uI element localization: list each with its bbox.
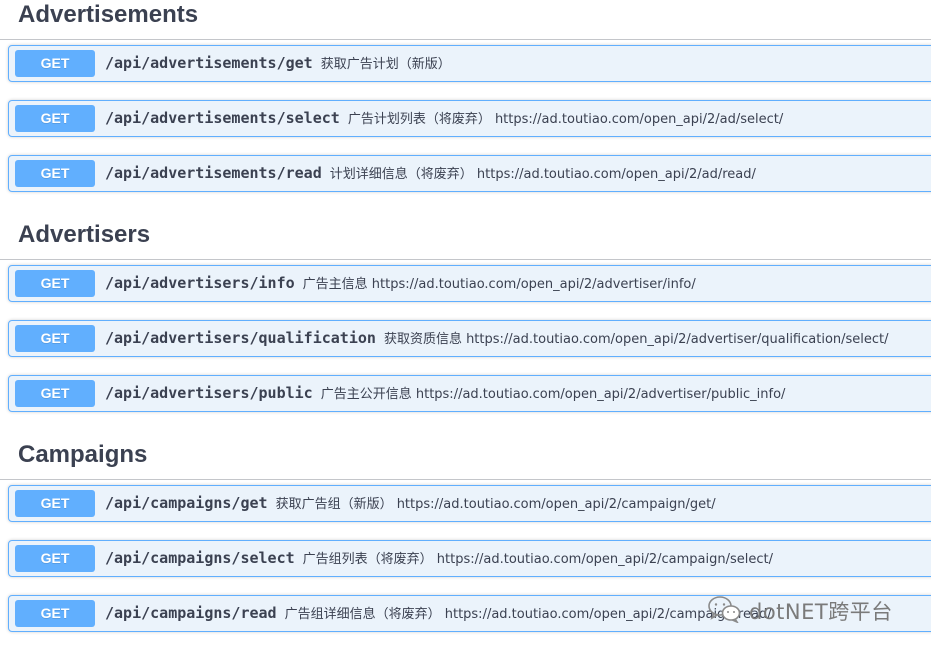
operation-summary: 广告主信息 https://ad.toutiao.com/open_api/2/…	[302, 277, 696, 292]
operation-row[interactable]: GET /api/campaigns/get 获取广告组（新版） https://…	[8, 485, 931, 522]
operation-path: /api/advertisers/public	[105, 384, 313, 402]
operation-row[interactable]: GET /api/advertisers/info 广告主信息 https://a…	[8, 265, 931, 302]
operation-summary: 广告主公开信息 https://ad.toutiao.com/open_api/…	[320, 387, 786, 402]
operation-row[interactable]: GET /api/advertisements/get 获取广告计划（新版）	[8, 45, 931, 82]
watermark-text: dotNET跨平台	[749, 600, 893, 624]
section-title: Advertisers	[18, 221, 151, 248]
operation-path: /api/advertisers/info	[105, 274, 295, 292]
method-badge: GET	[15, 105, 95, 132]
method-badge: GET	[15, 270, 95, 297]
operation-summary: 获取广告计划（新版）	[320, 57, 451, 72]
method-badge: GET	[15, 600, 95, 627]
operation-summary: 获取广告组（新版） https://ad.toutiao.com/open_ap…	[275, 497, 716, 512]
operation-row[interactable]: GET /api/advertisers/qualification 获取资质信息…	[8, 320, 931, 357]
operation-summary: 计划详细信息（将废弃） https://ad.toutiao.com/open_…	[329, 167, 756, 182]
operation-summary: 广告组详细信息（将废弃） https://ad.toutiao.com/open…	[284, 607, 772, 622]
method-badge: GET	[15, 380, 95, 407]
operation-summary: 获取资质信息 https://ad.toutiao.com/open_api/2…	[383, 332, 889, 347]
operation-path: /api/advertisers/qualification	[105, 329, 376, 347]
method-badge: GET	[15, 50, 95, 77]
operation-path: /api/advertisements/read	[105, 164, 322, 182]
wechat-icon	[707, 595, 749, 628]
operation-row[interactable]: GET /api/advertisements/read 计划详细信息（将废弃） …	[8, 155, 931, 192]
operation-row[interactable]: GET /api/advertisers/public 广告主公开信息 https…	[8, 375, 931, 412]
operation-path: /api/campaigns/select	[105, 549, 295, 567]
section-title: Advertisements	[18, 1, 199, 28]
method-badge: GET	[15, 545, 95, 572]
watermark: dotNET跨平台	[707, 595, 893, 628]
operation-row[interactable]: GET /api/campaigns/select 广告组列表（将废弃） http…	[8, 540, 931, 577]
operation-path: /api/campaigns/get	[105, 494, 268, 512]
operation-summary: 广告计划列表（将废弃） https://ad.toutiao.com/open_…	[347, 112, 784, 127]
operation-summary: 广告组列表（将废弃） https://ad.toutiao.com/open_a…	[302, 552, 773, 567]
operation-path: /api/campaigns/read	[105, 604, 277, 622]
section-header-advertisements[interactable]: Advertisements	[0, 0, 931, 40]
method-badge: GET	[15, 160, 95, 187]
section-header-campaigns[interactable]: Campaigns	[0, 440, 931, 480]
method-badge: GET	[15, 325, 95, 352]
method-badge: GET	[15, 490, 95, 517]
section-title: Campaigns	[18, 441, 148, 468]
operation-path: /api/advertisements/select	[105, 109, 340, 127]
section-header-advertisers[interactable]: Advertisers	[0, 220, 931, 260]
operation-path: /api/advertisements/get	[105, 54, 313, 72]
operation-row[interactable]: GET /api/advertisements/select 广告计划列表（将废弃…	[8, 100, 931, 137]
